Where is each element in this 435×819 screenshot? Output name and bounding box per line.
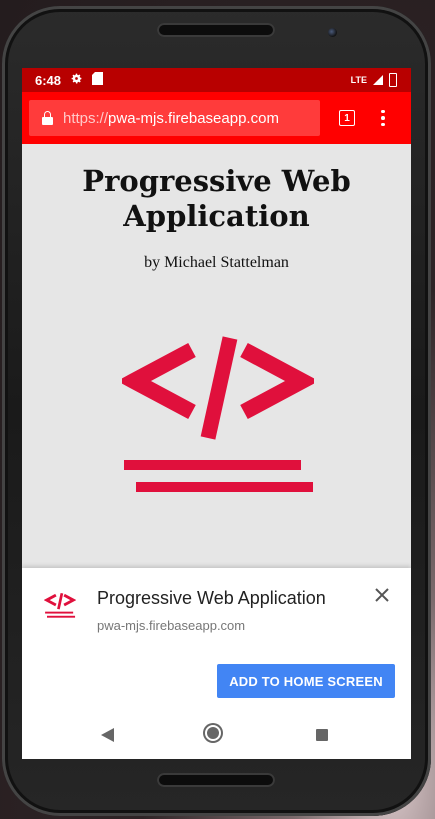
- status-right-group: LTE: [351, 73, 397, 87]
- sd-card-icon: [92, 72, 104, 88]
- add-to-home-banner: Progressive Web Application pwa-mjs.fire…: [22, 568, 411, 714]
- url-bar[interactable]: https://pwa-mjs.firebaseapp.com: [29, 100, 320, 136]
- status-bar: 6:48 LTE: [22, 68, 411, 92]
- earpiece-speaker: [157, 23, 275, 37]
- home-icon[interactable]: [207, 727, 219, 739]
- banner-app-url: pwa-mjs.firebaseapp.com: [97, 618, 246, 633]
- device-screen: 6:48 LTE https://pwa-mjs.firebaseapp.com…: [22, 68, 411, 759]
- android-nav-bar: [22, 714, 411, 759]
- tab-switcher-button[interactable]: 1: [339, 110, 355, 126]
- page-title: Progressive Web Application: [82, 164, 351, 233]
- url-scheme: https://: [63, 109, 109, 127]
- signal-icon: [373, 75, 383, 85]
- author-byline: by Michael Stattelman: [144, 254, 289, 271]
- banner-app-icon: [43, 592, 77, 623]
- banner-app-name: Progressive Web Application: [97, 588, 326, 608]
- network-type-label: LTE: [350, 75, 367, 85]
- lock-icon[interactable]: [42, 111, 53, 125]
- more-vert-icon[interactable]: [381, 109, 385, 127]
- code-tag-icon: [117, 330, 319, 499]
- bottom-speaker: [157, 773, 275, 787]
- web-page-content: Progressive Web Application by Michael S…: [22, 144, 411, 568]
- back-icon[interactable]: [101, 728, 114, 742]
- add-to-home-screen-button[interactable]: ADD TO HOME SCREEN: [217, 664, 395, 698]
- battery-icon: [389, 73, 397, 87]
- recents-icon[interactable]: [316, 729, 328, 741]
- gear-icon: [70, 72, 83, 88]
- front-camera: [328, 28, 337, 37]
- status-time: 6:48: [35, 72, 62, 88]
- url-host: pwa-mjs.firebaseapp.com: [108, 109, 279, 127]
- close-icon[interactable]: [374, 587, 390, 603]
- browser-toolbar: https://pwa-mjs.firebaseapp.com 1: [22, 92, 411, 144]
